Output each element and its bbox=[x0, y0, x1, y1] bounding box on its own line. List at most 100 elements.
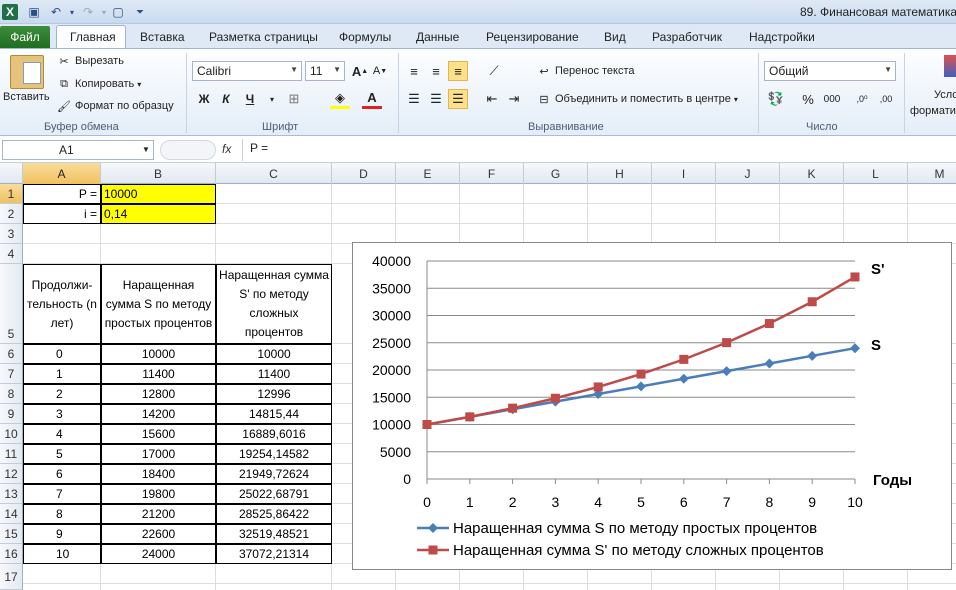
tab-page-layout[interactable]: Разметка страницы bbox=[209, 30, 318, 44]
table-cell[interactable]: 10000 bbox=[101, 344, 216, 364]
tab-formulas[interactable]: Формулы bbox=[339, 30, 391, 44]
row-header-16[interactable]: 16 bbox=[0, 544, 23, 564]
column-header-h[interactable]: H bbox=[588, 163, 652, 184]
tab-insert[interactable]: Вставка bbox=[140, 30, 185, 44]
merge-center-button[interactable]: ⊟ Объединить и поместить в центре ▾ bbox=[536, 91, 737, 107]
italic-button[interactable]: К bbox=[216, 89, 236, 109]
cell-b5[interactable]: Наращенная сумма S по методу простых про… bbox=[101, 264, 216, 344]
redo-icon[interactable]: ↷ bbox=[80, 4, 96, 20]
currency-icon[interactable]: 💱 bbox=[766, 89, 786, 109]
column-header-f[interactable]: F bbox=[460, 163, 524, 184]
row-header-7[interactable]: 7 bbox=[0, 364, 23, 384]
bold-button[interactable]: Ж bbox=[194, 89, 214, 109]
align-left-icon[interactable]: ☰ bbox=[404, 89, 424, 109]
tab-file[interactable]: Файл bbox=[0, 26, 50, 48]
row-header-8[interactable]: 8 bbox=[0, 384, 23, 404]
insert-function-button[interactable]: fx bbox=[222, 142, 231, 156]
chevron-down-icon[interactable]: ▼ bbox=[142, 145, 150, 154]
table-cell[interactable]: 19254,14582 bbox=[216, 444, 332, 464]
table-cell[interactable]: 32519,48521 bbox=[216, 524, 332, 544]
table-cell[interactable]: 15600 bbox=[101, 424, 216, 444]
underline-button[interactable]: Ч bbox=[240, 89, 260, 109]
conditional-format-label-2[interactable]: формати bbox=[910, 105, 956, 117]
column-header-a[interactable]: A bbox=[23, 163, 101, 184]
increase-decimal-icon[interactable]: ,0⁰ bbox=[852, 89, 872, 109]
cell-b2[interactable]: 0,14 bbox=[101, 204, 216, 224]
table-cell[interactable]: 6 bbox=[23, 464, 101, 484]
table-cell[interactable]: 10 bbox=[23, 544, 101, 564]
row-header-14[interactable]: 14 bbox=[0, 504, 23, 524]
font-color-icon[interactable]: A bbox=[362, 89, 382, 109]
increase-indent-icon[interactable]: ⇥ bbox=[504, 89, 524, 109]
name-box[interactable]: A1 bbox=[2, 140, 154, 160]
new-document-icon[interactable]: ▢ bbox=[110, 4, 126, 20]
cut-button[interactable]: ✂ Вырезать bbox=[56, 53, 124, 69]
column-header-j[interactable]: J bbox=[716, 163, 780, 184]
cell-a2[interactable]: i = bbox=[23, 204, 101, 224]
table-cell[interactable]: 17000 bbox=[101, 444, 216, 464]
fill-color-icon[interactable]: ◈ bbox=[330, 89, 350, 109]
row-header-6[interactable]: 6 bbox=[0, 344, 23, 364]
table-cell[interactable]: 4 bbox=[23, 424, 101, 444]
table-cell[interactable]: 16889,6016 bbox=[216, 424, 332, 444]
cell-b1[interactable]: 10000 bbox=[101, 184, 216, 204]
save-icon[interactable]: ▣ bbox=[26, 4, 42, 20]
row-header-9[interactable]: 9 bbox=[0, 404, 23, 424]
align-right-icon[interactable]: ☰ bbox=[448, 89, 468, 109]
table-cell[interactable]: 21200 bbox=[101, 504, 216, 524]
table-cell[interactable]: 11400 bbox=[216, 364, 332, 384]
row-header-1[interactable]: 1 bbox=[0, 184, 23, 204]
paste-icon[interactable] bbox=[10, 55, 44, 89]
column-header-d[interactable]: D bbox=[332, 163, 396, 184]
column-header-e[interactable]: E bbox=[396, 163, 460, 184]
borders-icon[interactable]: ⊞ bbox=[284, 89, 304, 109]
grow-font-icon[interactable]: A ▲ bbox=[350, 61, 370, 81]
table-cell[interactable]: 7 bbox=[23, 484, 101, 504]
table-cell[interactable]: 10000 bbox=[216, 344, 332, 364]
table-cell[interactable]: 25022,68791 bbox=[216, 484, 332, 504]
font-name-combo[interactable]: Calibri ▼ bbox=[192, 61, 302, 81]
row-header-5[interactable]: 5 bbox=[0, 264, 23, 344]
table-cell[interactable]: 19800 bbox=[101, 484, 216, 504]
tab-view[interactable]: Вид bbox=[604, 30, 626, 44]
table-cell[interactable]: 14815,44 bbox=[216, 404, 332, 424]
tab-review[interactable]: Рецензирование bbox=[486, 30, 579, 44]
number-format-combo[interactable]: Общий ▼ bbox=[764, 61, 896, 81]
select-all-corner[interactable] bbox=[0, 163, 23, 184]
table-cell[interactable]: 12800 bbox=[101, 384, 216, 404]
table-cell[interactable]: 5 bbox=[23, 444, 101, 464]
wrap-text-button[interactable]: ↩ Перенос текста bbox=[536, 63, 634, 79]
orientation-icon[interactable]: ⟋ bbox=[484, 61, 504, 81]
table-cell[interactable]: 3 bbox=[23, 404, 101, 424]
format-painter-button[interactable]: 🖌 Формат по образцу bbox=[56, 98, 174, 114]
row-header-3[interactable]: 3 bbox=[0, 224, 23, 244]
undo-dropdown-icon[interactable]: ▾ bbox=[64, 4, 80, 20]
thousands-button[interactable]: 000 bbox=[820, 89, 844, 109]
row-header-11[interactable]: 11 bbox=[0, 444, 23, 464]
conditional-format-icon[interactable] bbox=[944, 55, 956, 77]
table-cell[interactable]: 37072,21314 bbox=[216, 544, 332, 564]
table-cell[interactable]: 18400 bbox=[101, 464, 216, 484]
table-cell[interactable]: 2 bbox=[23, 384, 101, 404]
undo-icon[interactable]: ↶ bbox=[48, 4, 64, 20]
table-cell[interactable]: 9 bbox=[23, 524, 101, 544]
row-header-10[interactable]: 10 bbox=[0, 424, 23, 444]
underline-dropdown-icon[interactable]: ▾ bbox=[262, 89, 282, 109]
tab-home[interactable]: Главная bbox=[70, 30, 116, 44]
conditional-format-label-1[interactable]: Усло bbox=[934, 89, 956, 101]
column-header-k[interactable]: K bbox=[780, 163, 844, 184]
table-cell[interactable]: 21949,72624 bbox=[216, 464, 332, 484]
paste-button[interactable]: Вставить bbox=[3, 91, 50, 103]
tab-data[interactable]: Данные bbox=[416, 30, 459, 44]
align-bottom-icon[interactable]: ≡ bbox=[448, 61, 468, 81]
table-cell[interactable]: 28525,86422 bbox=[216, 504, 332, 524]
decrease-decimal-icon[interactable]: ,00 bbox=[876, 89, 896, 109]
column-header-i[interactable]: I bbox=[652, 163, 716, 184]
cell-c5[interactable]: Наращенная сумма S' по методу сложных пр… bbox=[216, 264, 332, 344]
table-cell[interactable]: 11400 bbox=[101, 364, 216, 384]
align-middle-icon[interactable]: ≡ bbox=[426, 61, 446, 81]
row-header-13[interactable]: 13 bbox=[0, 484, 23, 504]
align-top-icon[interactable]: ≡ bbox=[404, 61, 424, 81]
percent-button[interactable]: % bbox=[798, 89, 818, 109]
row-header-4[interactable]: 4 bbox=[0, 244, 23, 264]
